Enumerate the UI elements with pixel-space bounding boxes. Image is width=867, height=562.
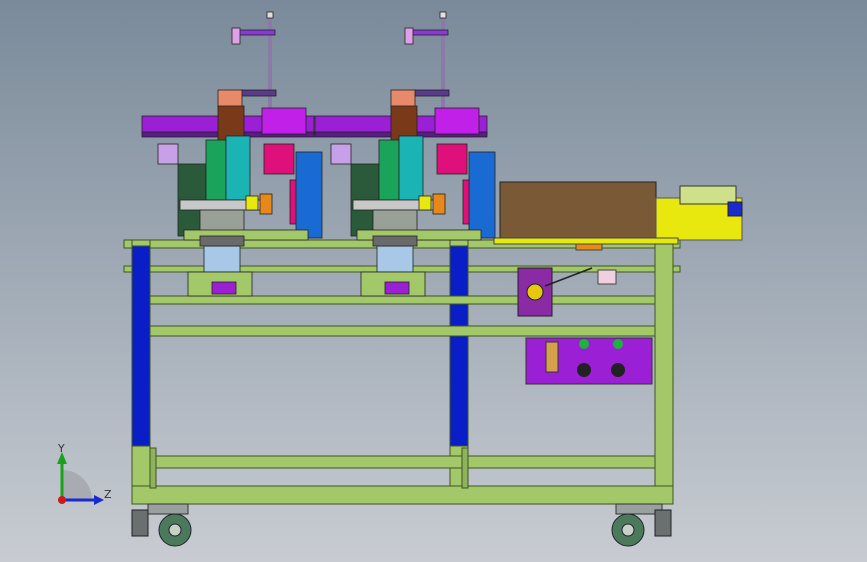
lower-valve	[211, 281, 237, 295]
station-mech-green	[205, 139, 227, 201]
station-mech-magenta	[263, 143, 295, 175]
frame-inner-vertical	[149, 447, 157, 489]
cad-viewport[interactable]: Y Z	[0, 0, 867, 562]
station-mech-blue	[468, 151, 496, 239]
station-orange	[432, 193, 446, 215]
control-panel	[525, 337, 653, 385]
station-mech-blue	[295, 151, 323, 239]
conveyor-assembly	[493, 181, 743, 251]
station-mech-teal	[398, 135, 424, 201]
frame-leg-right	[654, 239, 674, 505]
station-yellow	[418, 195, 432, 211]
blue-panel-mid	[449, 245, 469, 447]
post-collar	[239, 89, 277, 97]
station-mech-green	[378, 139, 400, 201]
station-mech-teal	[225, 135, 251, 201]
post-clamp	[404, 27, 414, 45]
top-cylinder	[434, 107, 480, 135]
post-collar	[412, 89, 450, 97]
lower-cylinder	[376, 245, 414, 273]
station-orange	[259, 193, 273, 215]
triad-z-label: Z	[104, 488, 112, 501]
station-mech-violet	[330, 143, 352, 165]
lower-valve	[384, 281, 410, 295]
frame-inner-vertical-2	[461, 447, 469, 489]
frame-bar-upper	[149, 295, 656, 305]
frame-bar-mid	[149, 325, 656, 337]
ram-block	[217, 89, 243, 109]
cad-machine-drawing: Y Z	[0, 0, 867, 562]
station-die	[199, 209, 245, 233]
station-mech-violet	[157, 143, 179, 165]
post-cap	[439, 11, 447, 19]
post-cap	[266, 11, 274, 19]
ram-block	[390, 89, 416, 109]
frame-bar-bottom	[131, 485, 674, 505]
station-die	[372, 209, 418, 233]
lower-cylinder-ring	[372, 235, 418, 247]
top-cylinder	[261, 107, 307, 135]
post-bracket	[407, 29, 449, 36]
viewport-background	[0, 0, 867, 562]
post-bracket	[234, 29, 276, 36]
blue-panel-left	[131, 245, 151, 447]
station-yellow	[245, 195, 259, 211]
triad-y-label: Y	[57, 442, 65, 455]
post-clamp	[231, 27, 241, 45]
station-mech-magenta	[436, 143, 468, 175]
lower-cylinder-ring	[199, 235, 245, 247]
frame-bar-lower	[149, 455, 656, 469]
lower-cylinder	[203, 245, 241, 273]
